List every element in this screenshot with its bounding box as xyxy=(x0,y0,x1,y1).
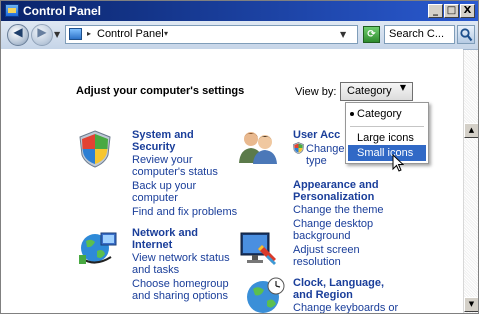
menu-item-large-icons[interactable]: Large icons xyxy=(348,130,426,146)
link-homegroup[interactable]: Choose homegroup xyxy=(132,278,229,290)
page-heading: Adjust your computer's settings xyxy=(76,85,245,97)
control-panel-icon xyxy=(5,4,19,17)
scroll-up-button[interactable]: ▲ xyxy=(464,123,478,138)
link-view-network-status-2[interactable]: and tasks xyxy=(132,264,179,276)
link-adjust-resolution-2[interactable]: resolution xyxy=(293,256,341,268)
chevron-down-icon: ▼ xyxy=(399,83,406,92)
address-dropdown-icon[interactable]: ▼ xyxy=(340,30,346,39)
window-title: Control Panel xyxy=(23,4,102,18)
close-button[interactable]: X xyxy=(460,4,475,18)
view-by-label: View by: xyxy=(295,86,337,98)
address-field[interactable]: ▸ Control Panel ▾ ▼ xyxy=(65,25,358,44)
back-arrow-icon: ◀ xyxy=(13,25,23,39)
minimize-button[interactable]: _ xyxy=(428,4,443,18)
control-panel-window: Control Panel _ □ X ◀ ▶ ▼ ▸ Control Pane… xyxy=(0,0,479,314)
category-network-internet-title-2[interactable]: Internet xyxy=(132,239,172,251)
link-review-status-2[interactable]: computer's status xyxy=(132,166,218,178)
user-accounts-icon xyxy=(239,132,277,164)
category-system-security-title[interactable]: System and xyxy=(132,129,194,141)
link-adjust-resolution[interactable]: Adjust screen xyxy=(293,244,360,256)
link-homegroup-2[interactable]: and sharing options xyxy=(132,290,228,302)
menu-item-category-label: Category xyxy=(357,108,402,120)
address-toolbar: ◀ ▶ ▼ ▸ Control Panel ▾ ▼ ⟳ Search C... xyxy=(1,21,478,50)
link-change-keyboards[interactable]: Change keyboards or xyxy=(293,302,398,313)
view-by-dropdown[interactable]: Category ▼ xyxy=(340,82,413,101)
link-review-status[interactable]: Review your xyxy=(132,154,193,166)
main-content: Adjust your computer's settings View by:… xyxy=(1,49,463,313)
breadcrumb-root-arrow-icon[interactable]: ▸ xyxy=(87,29,91,38)
category-appearance-title[interactable]: Appearance and xyxy=(293,179,379,191)
forward-button[interactable]: ▶ xyxy=(31,24,53,46)
menu-separator xyxy=(350,126,424,127)
uac-shield-icon xyxy=(293,142,304,154)
link-change-theme[interactable]: Change the theme xyxy=(293,204,384,216)
category-system-security-title-2[interactable]: Security xyxy=(132,141,175,153)
link-backup[interactable]: Back up your xyxy=(132,180,196,192)
search-input[interactable]: Search C... xyxy=(384,25,455,44)
checked-bullet-icon xyxy=(350,112,354,116)
link-backup-2[interactable]: computer xyxy=(132,192,178,204)
search-button[interactable] xyxy=(457,25,475,44)
category-appearance-title-2[interactable]: Personalization xyxy=(293,191,374,203)
vertical-scrollbar[interactable]: ▲ ▼ xyxy=(463,50,478,313)
category-network-internet-title[interactable]: Network and xyxy=(132,227,198,239)
menu-item-small-icons-label: Small icons xyxy=(357,147,414,159)
view-by-menu: Category Large icons Small icons xyxy=(345,102,429,164)
link-change-background-2[interactable]: background xyxy=(293,230,351,242)
back-button[interactable]: ◀ xyxy=(7,24,29,46)
link-change-account-type-2[interactable]: type xyxy=(306,155,327,167)
appearance-personalization-icon xyxy=(240,232,276,265)
category-user-accounts-title[interactable]: User Acc xyxy=(293,129,340,141)
view-by-value: Category xyxy=(347,85,392,97)
category-clock-title-2[interactable]: and Region xyxy=(293,289,353,301)
link-change-account-type[interactable]: Change xyxy=(306,143,345,155)
clock-globe-icon xyxy=(247,277,285,313)
mouse-pointer-icon xyxy=(392,154,404,172)
control-panel-small-icon xyxy=(69,28,82,40)
link-change-background[interactable]: Change desktop xyxy=(293,218,373,230)
link-view-network-status[interactable]: View network status xyxy=(132,252,230,264)
breadcrumb-dropdown-arrow-icon[interactable]: ▾ xyxy=(164,29,168,38)
recent-pages-arrow-icon[interactable]: ▼ xyxy=(54,30,60,39)
shield-icon xyxy=(79,130,111,168)
menu-item-large-icons-label: Large icons xyxy=(357,132,414,144)
breadcrumb-control-panel[interactable]: Control Panel xyxy=(97,28,164,40)
network-globe-icon xyxy=(79,232,117,264)
menu-item-category[interactable]: Category xyxy=(348,106,426,122)
title-bar[interactable]: Control Panel _ □ X xyxy=(1,1,478,21)
forward-arrow-icon: ▶ xyxy=(37,25,47,39)
category-clock-title[interactable]: Clock, Language, xyxy=(293,277,384,289)
menu-item-small-icons[interactable]: Small icons xyxy=(348,145,426,161)
link-find-fix-problems[interactable]: Find and fix problems xyxy=(132,206,237,218)
search-icon xyxy=(460,28,473,42)
refresh-button[interactable]: ⟳ xyxy=(363,26,380,43)
scroll-down-button[interactable]: ▼ xyxy=(464,297,478,312)
maximize-button[interactable]: □ xyxy=(444,4,459,18)
